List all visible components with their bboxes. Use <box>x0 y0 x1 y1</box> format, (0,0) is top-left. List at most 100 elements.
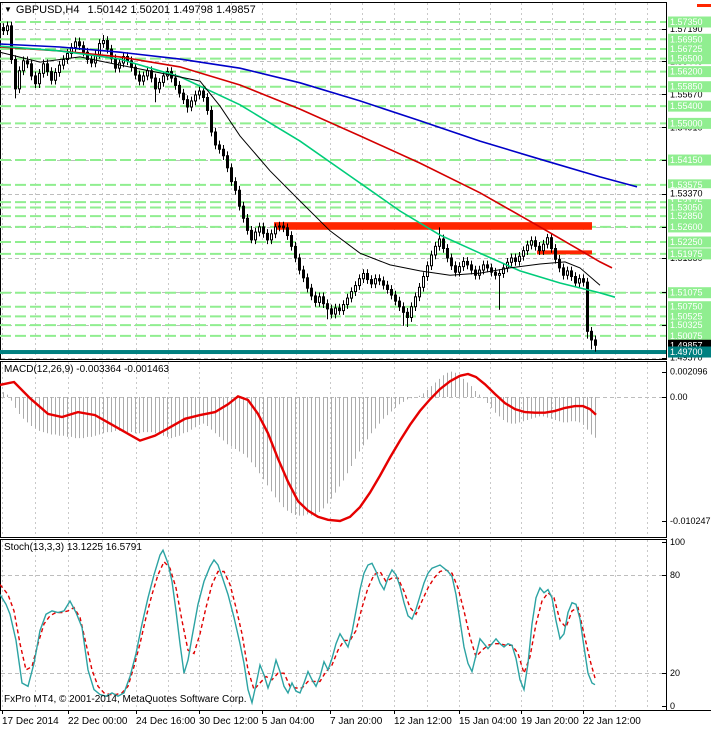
candle-body <box>594 339 597 346</box>
candle-body <box>494 271 497 276</box>
candle-body <box>590 330 593 341</box>
candle-body <box>434 245 437 256</box>
candle-body <box>406 311 409 319</box>
candle-body <box>534 240 537 247</box>
candle-body <box>234 181 237 191</box>
candle-body <box>98 43 101 55</box>
candle-body <box>6 25 9 32</box>
candle-body <box>378 278 381 282</box>
candle-body <box>274 226 277 235</box>
candle-body <box>538 245 541 252</box>
candle-body <box>2 27 5 32</box>
candle-body <box>574 276 577 284</box>
candle-body <box>518 255 521 262</box>
candle-body <box>102 40 105 45</box>
candle-body <box>254 231 257 241</box>
candle-body <box>578 278 581 284</box>
candle-body <box>158 81 161 90</box>
candle-body <box>582 278 585 283</box>
candle-body <box>282 225 285 229</box>
candle-body <box>258 226 261 233</box>
panel-divider-macd[interactable] <box>0 359 711 362</box>
candle-body <box>174 77 177 86</box>
candle-body <box>382 280 385 286</box>
candle-body <box>442 238 445 249</box>
candle-body <box>510 257 513 263</box>
candle-body <box>78 41 81 47</box>
panel-divider-stoch[interactable] <box>0 537 711 540</box>
candle-body <box>386 284 389 290</box>
candle-body <box>22 60 25 72</box>
candle-body <box>570 270 573 278</box>
panel-frame-1 <box>0 361 667 538</box>
candle-body <box>350 291 353 299</box>
candle-body <box>190 100 193 108</box>
candle-body <box>546 237 549 245</box>
chart-title: ▼ GBPUSD,H4 1.50142 1.50201 1.49798 1.4985… <box>4 4 256 16</box>
candle-body <box>346 297 349 306</box>
candle-body <box>270 233 273 241</box>
candle-body <box>342 304 345 312</box>
candle-body <box>214 131 217 146</box>
candle-body <box>14 59 17 90</box>
candle-body <box>18 70 21 90</box>
price-axis[interactable] <box>667 0 711 710</box>
candle-body <box>54 71 57 81</box>
candle-body <box>114 58 117 69</box>
candle-body <box>298 257 301 271</box>
candle-body <box>162 75 165 83</box>
candle-body <box>334 307 337 315</box>
candle-body <box>218 144 221 150</box>
candle-body <box>154 77 157 90</box>
symbol-dropdown-icon[interactable]: ▼ <box>4 5 12 14</box>
candle-body <box>566 270 569 276</box>
candle-body <box>470 264 473 271</box>
candle-body <box>414 296 417 308</box>
candle-body <box>498 273 501 276</box>
candle-body <box>330 308 333 315</box>
candle-body <box>438 238 441 247</box>
candle-body <box>398 300 401 308</box>
candle-body <box>206 96 209 111</box>
candle-body <box>410 306 413 319</box>
candle-body <box>146 70 149 77</box>
candle-body <box>278 225 281 228</box>
candle-body <box>338 307 341 312</box>
candle-body <box>246 217 249 231</box>
candle-body <box>74 41 77 48</box>
mt4-chart-window: 1.571901.564401.556701.549101.518801.495… <box>0 0 711 732</box>
candle-body <box>322 296 325 305</box>
candle-body <box>306 277 309 289</box>
candle-body <box>266 232 269 241</box>
candle-body <box>30 63 33 77</box>
candle-body <box>526 244 529 252</box>
candle-body <box>486 264 489 269</box>
candle-body <box>106 40 109 50</box>
candle-body <box>138 74 141 82</box>
candle-body <box>522 250 525 257</box>
candle-body <box>238 189 241 207</box>
candle-body <box>226 155 229 169</box>
candle-body <box>250 229 253 241</box>
candle-body <box>326 303 329 310</box>
candle-body <box>366 273 369 281</box>
candle-body <box>354 285 357 293</box>
candle-body <box>474 269 477 276</box>
candle-body <box>58 64 61 73</box>
candle-body <box>230 167 233 183</box>
candle-body <box>290 235 293 247</box>
time-axis[interactable] <box>0 711 711 732</box>
candle-body <box>530 240 533 246</box>
candle-body <box>90 59 93 64</box>
candle-body <box>362 273 365 280</box>
candle-body <box>462 260 465 268</box>
candle-body <box>422 276 425 288</box>
teal-support-line <box>0 350 666 355</box>
candle-body <box>46 63 49 73</box>
candle-body <box>302 269 305 279</box>
candle-body <box>34 75 37 85</box>
candle-body <box>182 92 185 101</box>
candle-body <box>558 258 561 269</box>
symbol-period-label: GBPUSD,H4 <box>15 4 80 16</box>
candle-body <box>466 260 469 266</box>
